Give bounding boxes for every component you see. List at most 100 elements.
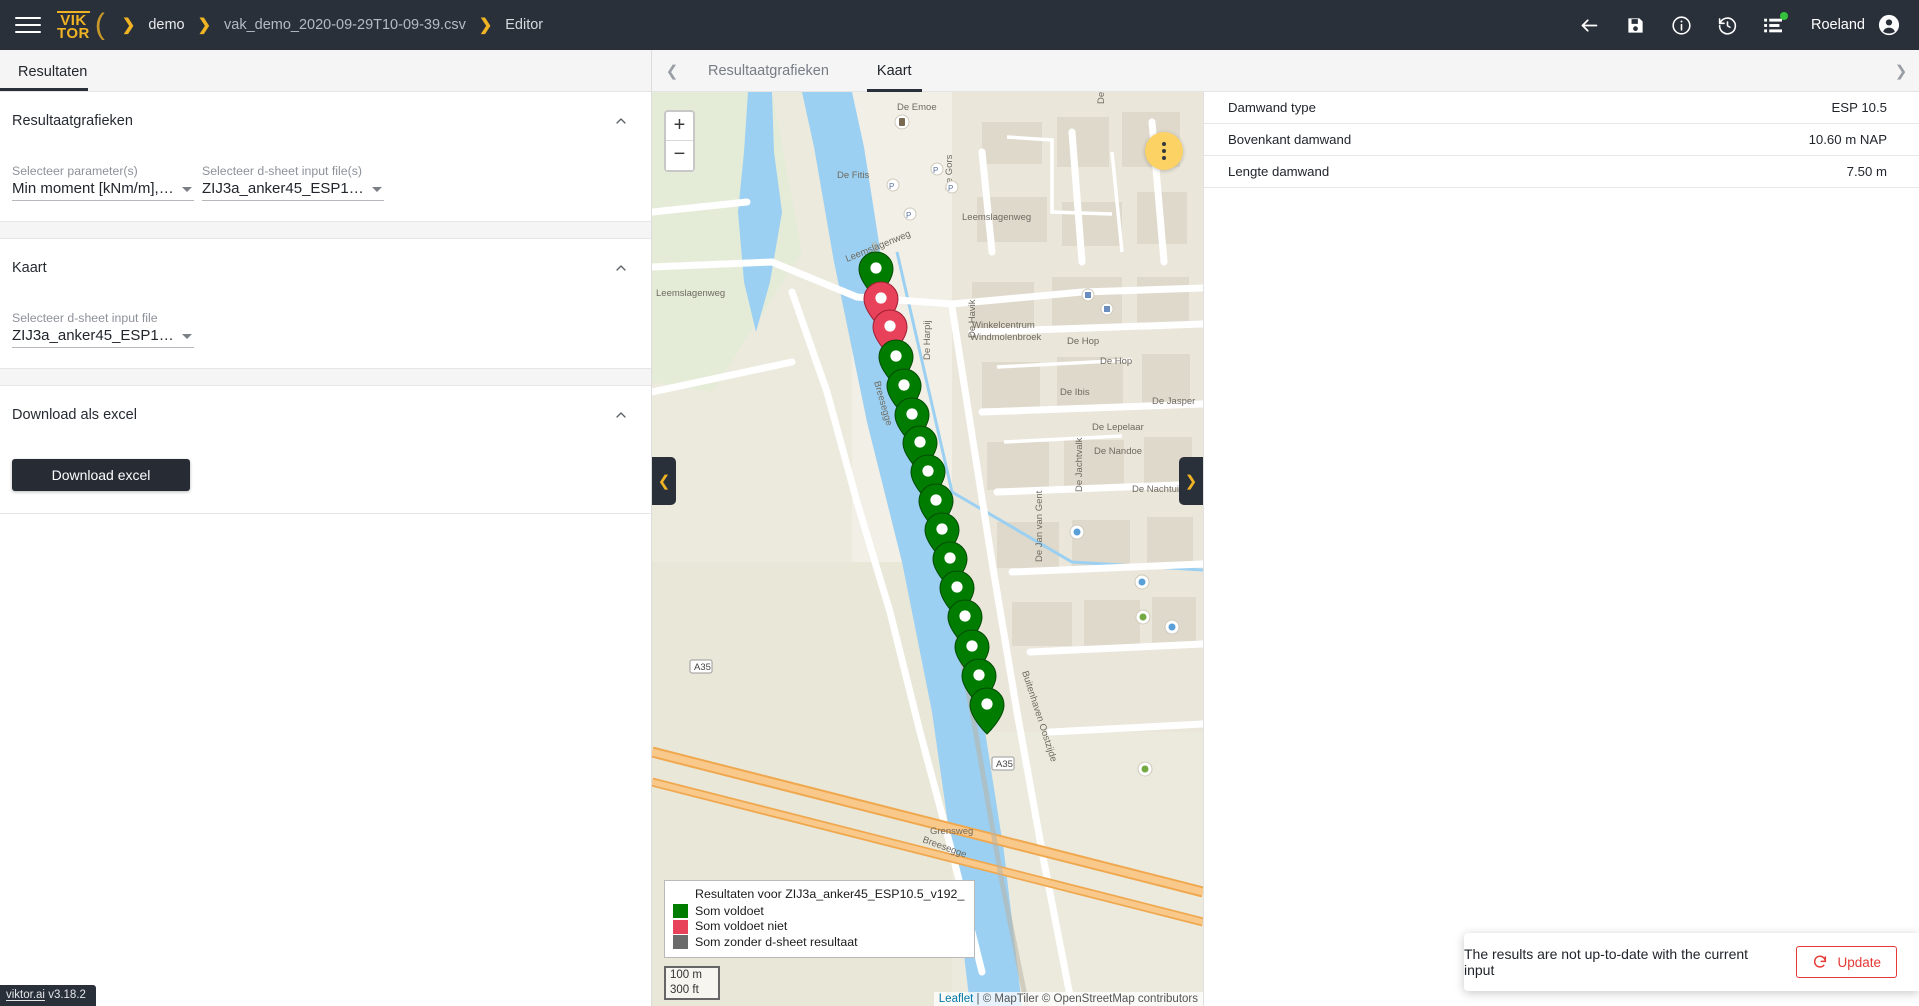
breadcrumb-demo[interactable]: demo [148,17,184,33]
row-value: 10.60 m NAP [1808,132,1887,147]
left-parameters-panel: Resultaten Resultaatgrafieken Selecteer … [0,50,652,1006]
zoom-in-button[interactable]: + [666,112,693,141]
chevron-up-icon [616,412,626,418]
field-selecteer-dsheet-file: Selecteer d-sheet input file ZIJ3a_anker… [12,311,194,348]
section-title: Kaart [12,260,47,276]
section-header-kaart[interactable]: Kaart [0,239,651,297]
map-zoom-controls: + − [664,110,695,172]
section-header-download-excel[interactable]: Download als excel [0,386,651,444]
row-value: 7.50 m [1846,164,1887,179]
field-label: Selecteer d-sheet input file(s) [202,164,362,178]
legend-swatch-green [673,904,688,919]
scale-metric: 100 m [664,966,720,983]
tab-active-indicator [0,88,88,91]
legend-item: Som zonder d-sheet resultaat [673,935,964,951]
viktor-logo[interactable]: VIK TOR ( [57,8,105,42]
version-badge: viktor.ai v3.18.2 [0,985,96,1006]
hamburger-icon[interactable] [15,15,41,35]
version-text: v3.18.2 [45,989,86,1001]
field-selecteer-parameters: Selecteer parameter(s) Min moment [kNm/m… [12,164,194,201]
legend-swatch-red [673,919,688,934]
legend-item: Som voldoet niet [673,919,964,935]
download-excel-button[interactable]: Download excel [12,459,190,491]
map-view[interactable]: De Emoe De Fitis De Gors De Stal Leemsla… [652,92,1203,1006]
logo-arc-icon: ( [94,8,105,41]
app-root: VIK TOR ( ❯ demo ❯ vak_demo_2020-09-29T1… [0,0,1919,1006]
dropdown-parameters[interactable]: Min moment [kNm/m], M... [12,180,194,201]
section-gap [0,369,651,386]
tab-resultaatgrafieken[interactable]: Resultaatgrafieken [684,50,853,92]
attribution-text: | © MapTiler © OpenStreetMap contributor… [973,993,1199,1005]
leaflet-link[interactable]: Leaflet [939,993,974,1005]
top-navigation-bar: VIK TOR ( ❯ demo ❯ vak_demo_2020-09-29T1… [0,0,1919,50]
row-label: Damwand type [1228,100,1316,115]
chevron-down-icon [182,334,192,339]
right-tab-strip: ❮ Resultaatgrafieken Kaart ❯ [652,50,1919,92]
save-icon[interactable] [1613,0,1659,50]
left-tab-strip: Resultaten [0,50,651,92]
map-scale-bar: 100 m 300 ft [664,966,720,1000]
map-legend: Resultaten voor ZIJ3a_anker45_ESP10.5_v1… [664,880,976,958]
chevron-down-icon [372,187,382,192]
dropdown-dsheet-file[interactable]: ZIJ3a_anker45_ESP10.5_... [12,327,194,348]
viktor-logo-text: VIK TOR [57,10,90,42]
section-kaart: Kaart Selecteer d-sheet input file ZIJ3a… [0,239,651,369]
tab-resultaten[interactable]: Resultaten [0,64,109,91]
scale-imperial: 300 ft [664,983,720,1000]
legend-item: Som voldoet [673,904,964,920]
row-label: Bovenkant damwand [1228,132,1352,147]
field-label: Selecteer parameter(s) [12,164,138,178]
user-name-label: Roeland [1810,17,1865,33]
dropdown-value: Min moment [kNm/m], M... [12,180,174,197]
tab-kaart[interactable]: Kaart [853,50,936,92]
update-button-label: Update [1837,954,1881,970]
refresh-icon [1814,955,1827,968]
logo-line-2: TOR [57,24,90,42]
map-options-button[interactable] [1145,132,1183,170]
jobs-list-icon[interactable] [1751,0,1797,50]
map-result-markers[interactable] [652,92,1203,1006]
update-button[interactable]: Update [1796,946,1897,978]
back-arrow-icon[interactable] [1567,0,1613,50]
expand-right-handle[interactable]: ❯ [1179,457,1203,505]
table-row: Lengte damwand 7.50 m [1204,156,1919,188]
section-title: Resultaatgrafieken [12,113,133,129]
info-icon[interactable] [1659,0,1705,50]
section-title: Download als excel [12,407,137,423]
section-gap [0,222,651,239]
dropdown-dsheet-files[interactable]: ZIJ3a_anker45_ESP10.5_... [202,180,384,201]
field-selecteer-dsheet-files: Selecteer d-sheet input file(s) ZIJ3a_an… [202,164,384,201]
legend-label: Som zonder d-sheet resultaat [695,934,858,949]
tab-scroll-right-icon[interactable]: ❯ [1889,62,1913,80]
viktor-ai-link[interactable]: viktor.ai [6,989,45,1001]
dropdown-value: ZIJ3a_anker45_ESP10.5_... [12,327,174,344]
row-value: ESP 10.5 [1831,100,1887,115]
top-bar-actions: Roeland [1567,0,1919,50]
history-icon[interactable] [1705,0,1751,50]
table-row: Damwand type ESP 10.5 [1204,92,1919,124]
update-notification-toast: The results are not up-to-date with the … [1464,933,1919,991]
breadcrumb-separator-icon: ❯ [478,17,493,34]
zoom-out-button[interactable]: − [666,141,693,170]
tab-scroll-left-icon[interactable]: ❮ [660,62,684,80]
field-label: Selecteer d-sheet input file [12,311,158,325]
legend-title: Resultaten voor ZIJ3a_anker45_ESP10.5_v1… [695,887,965,901]
section-body-resultaatgrafieken: Selecteer parameter(s) Min moment [kNm/m… [0,150,651,221]
legend-label: Som voldoet niet [695,919,788,933]
avatar[interactable] [1875,0,1903,50]
section-header-resultaatgrafieken[interactable]: Resultaatgrafieken [0,92,651,150]
breadcrumb-separator-icon: ❯ [121,17,136,34]
chevron-down-icon [182,187,192,192]
legend-label: Som voldoet [695,903,764,918]
breadcrumb-editor[interactable]: Editor [505,17,543,33]
collapse-left-handle[interactable]: ❮ [652,457,676,505]
toast-message: The results are not up-to-date with the … [1464,946,1749,978]
section-body-kaart: Selecteer d-sheet input file ZIJ3a_anker… [0,297,651,368]
section-resultaatgrafieken: Resultaatgrafieken Selecteer parameter(s… [0,92,651,222]
chevron-up-icon [616,118,626,124]
section-download-excel: Download als excel Download excel [0,386,651,514]
dropdown-value: ZIJ3a_anker45_ESP10.5_... [202,180,364,197]
damwand-info-table: Damwand type ESP 10.5 Bovenkant damwand … [1203,92,1919,1006]
table-row: Bovenkant damwand 10.60 m NAP [1204,124,1919,156]
breadcrumb-file[interactable]: vak_demo_2020-09-29T10-09-39.csv [224,17,466,33]
